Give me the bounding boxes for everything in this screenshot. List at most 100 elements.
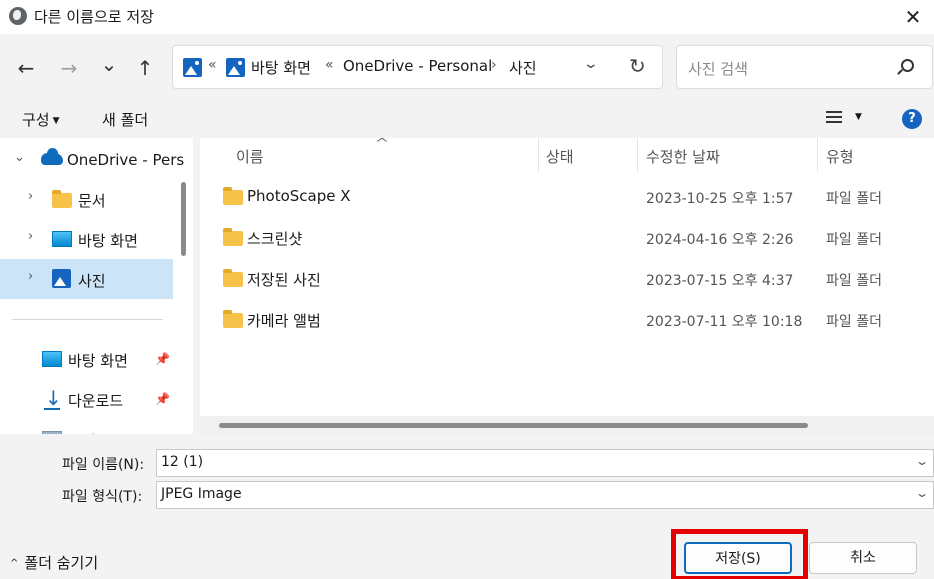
sidebar-item-quick-documents[interactable]: 문서: [0, 419, 173, 434]
column-divider[interactable]: [817, 138, 818, 172]
file-date: 2023-07-11 오후 10:18: [646, 314, 803, 330]
file-row[interactable]: 스크린샷 2024-04-16 오후 2:26 파일 폴더: [200, 218, 934, 258]
search-input[interactable]: 사진 검색: [676, 45, 933, 89]
pictures-icon: [52, 269, 71, 288]
file-name: 저장된 사진: [247, 271, 321, 289]
caret-down-icon[interactable]: ▼: [855, 112, 862, 122]
chevron-down-icon[interactable]: ⌄: [915, 486, 929, 500]
sidebar-scrollbar[interactable]: [181, 182, 186, 256]
breadcrumb-overflow[interactable]: «: [208, 57, 217, 73]
recent-locations-button[interactable]: ⌄: [95, 50, 123, 78]
breadcrumb-pictures[interactable]: 사진: [509, 57, 537, 78]
back-button[interactable]: ←: [12, 54, 40, 82]
folder-icon: [223, 228, 243, 246]
hide-folders-label: 폴더 숨기기: [24, 554, 99, 572]
sidebar-item-desktop[interactable]: › 바탕 화면: [0, 219, 173, 259]
organize-label: 구성: [22, 111, 50, 129]
close-button[interactable]: ✕: [898, 2, 928, 32]
chevron-right-icon[interactable]: ›: [28, 229, 33, 244]
file-date: 2024-04-16 오후 2:26: [646, 232, 794, 248]
file-name: 스크린샷: [247, 230, 303, 248]
file-type: 파일 폴더: [826, 314, 882, 330]
file-name: 카메라 앨범: [247, 312, 321, 330]
file-date: 2023-10-25 오후 1:57: [646, 191, 794, 207]
file-type: 파일 폴더: [826, 273, 882, 289]
chevron-down-icon[interactable]: ⌄: [14, 150, 25, 165]
file-name: PhotoScape X: [247, 187, 351, 205]
sidebar-item-documents[interactable]: › 문서: [0, 179, 173, 219]
sidebar-item-label: 다운로드: [68, 392, 124, 410]
new-folder-button[interactable]: 새 폴더: [102, 109, 148, 130]
filetype-select[interactable]: JPEG Image ⌄: [156, 481, 934, 509]
breadcrumb-desktop[interactable]: 바탕 화면: [251, 57, 311, 78]
desktop-icon: [42, 351, 62, 367]
sidebar-item-quick-desktop[interactable]: 바탕 화면 📌: [0, 339, 173, 379]
pin-icon[interactable]: 📌: [155, 352, 170, 366]
help-icon[interactable]: ?: [902, 109, 922, 129]
save-form: 파일 이름(N): 12 (1) ⌄ 파일 형식(T): JPEG Image …: [0, 434, 934, 516]
sidebar-item-downloads[interactable]: 다운로드 📌: [0, 379, 173, 419]
file-type: 파일 폴더: [826, 191, 882, 207]
caret-down-icon: ▼: [52, 116, 60, 126]
refresh-icon[interactable]: ↻: [629, 54, 646, 78]
address-bar[interactable]: « 바탕 화면 « OneDrive - Personal › 사진 ⌄ ↻: [172, 45, 663, 89]
file-row[interactable]: PhotoScape X 2023-10-25 오후 1:57 파일 폴더: [200, 177, 934, 217]
filetype-label: 파일 형식(T):: [62, 489, 143, 505]
sidebar-item-label: 바탕 화면: [78, 232, 138, 250]
save-button[interactable]: 저장(S): [684, 542, 792, 574]
dialog-footer: ^ 폴더 숨기기 저장(S) 취소: [0, 516, 934, 579]
chevron-up-icon: ^: [10, 558, 19, 569]
search-placeholder: 사진 검색: [688, 60, 748, 78]
filename-field[interactable]: 12 (1) ⌄: [156, 449, 934, 477]
sidebar-item-label: 문서: [78, 192, 106, 210]
sort-ascending-icon: ^: [374, 136, 390, 150]
sidebar-item-onedrive[interactable]: ⌄ OneDrive - Pers: [0, 140, 184, 180]
command-bar: 구성 ▼ 새 폴더 ▼: [0, 100, 934, 138]
breadcrumb-onedrive[interactable]: OneDrive - Personal: [343, 57, 492, 75]
column-header-name[interactable]: 이름: [236, 146, 264, 167]
sidebar-item-label: OneDrive - Pers: [67, 151, 185, 169]
chevron-down-icon[interactable]: ⌄: [915, 454, 929, 468]
window-title: 다른 이름으로 저장: [34, 8, 154, 26]
folder-icon: [52, 190, 72, 208]
filename-label: 파일 이름(N):: [62, 457, 145, 473]
sidebar-divider: [12, 319, 163, 320]
hide-folders-toggle[interactable]: ^ 폴더 숨기기: [10, 552, 98, 573]
column-header-date[interactable]: 수정한 날짜: [646, 146, 720, 167]
up-button[interactable]: ↑: [131, 54, 159, 82]
chevron-down-icon[interactable]: ⌄: [583, 56, 599, 72]
column-header-status[interactable]: 상태: [546, 146, 574, 167]
breadcrumb-separator[interactable]: ›: [491, 57, 497, 73]
column-header-type[interactable]: 유형: [826, 146, 854, 167]
desktop-folder-icon: [226, 58, 245, 77]
search-icon[interactable]: [901, 59, 914, 72]
column-divider[interactable]: [637, 138, 638, 172]
navigation-bar: ← → ⌄ ↑ « 바탕 화면 « OneDrive - Personal › …: [0, 36, 934, 98]
pictures-icon: [183, 58, 202, 77]
chevron-right-icon[interactable]: ›: [28, 189, 33, 204]
title-bar: 다른 이름으로 저장 ✕: [0, 0, 934, 34]
sidebar-item-pictures[interactable]: › 사진: [0, 259, 173, 299]
download-icon: [44, 386, 62, 410]
pin-icon[interactable]: 📌: [155, 392, 170, 406]
organize-button[interactable]: 구성 ▼: [22, 109, 60, 130]
file-list: ^ 이름 상태 수정한 날짜 유형 PhotoScape X 2023-10-2…: [200, 136, 934, 434]
column-divider[interactable]: [538, 138, 539, 172]
horizontal-scrollbar-thumb[interactable]: [219, 423, 808, 428]
breadcrumb-separator[interactable]: «: [325, 57, 334, 73]
view-menu-icon[interactable]: [826, 111, 842, 126]
folder-icon: [223, 269, 243, 287]
chevron-right-icon[interactable]: ›: [28, 269, 33, 284]
navigation-pane: ⌄ OneDrive - Pers › 문서 › 바탕 화면 › 사진 바탕 화…: [0, 138, 193, 434]
cancel-button[interactable]: 취소: [809, 542, 917, 574]
app-icon: [9, 7, 27, 25]
onedrive-cloud-icon: [41, 148, 63, 165]
folder-icon: [223, 187, 243, 205]
file-date: 2023-07-15 오후 4:37: [646, 273, 794, 289]
forward-button[interactable]: →: [55, 54, 83, 82]
sidebar-item-label: 바탕 화면: [68, 352, 128, 370]
filetype-value: JPEG Image: [161, 486, 242, 502]
file-type: 파일 폴더: [826, 232, 882, 248]
file-row[interactable]: 카메라 앨범 2023-07-11 오후 10:18 파일 폴더: [200, 300, 934, 340]
file-row[interactable]: 저장된 사진 2023-07-15 오후 4:37 파일 폴더: [200, 259, 934, 299]
